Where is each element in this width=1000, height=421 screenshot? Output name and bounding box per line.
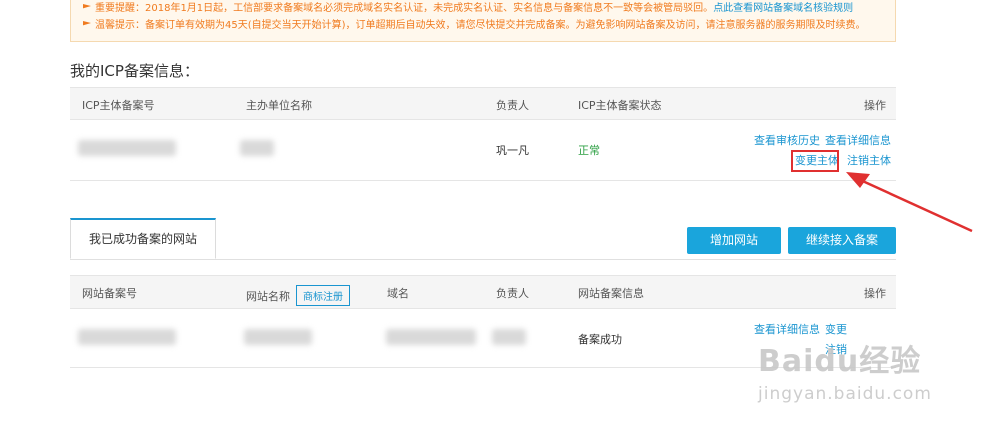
header-domain: 域名 xyxy=(387,287,409,300)
notice-line-tip: 温馨提示：备案订单有效期为45天(自提交当天开始计算)，订单超期后自动失效，请您… xyxy=(83,16,866,31)
watermark-sub: jingyan.baidu.com xyxy=(758,384,932,404)
view-site-details-link[interactable]: 查看详细信息 xyxy=(754,321,820,337)
sites-table-header: 网站备案号 网站名称 商标注册 域名 负责人 网站备案信息 操作 xyxy=(70,275,896,309)
header-site-info: 网站备案信息 xyxy=(578,287,644,300)
header-site-actions: 操作 xyxy=(864,287,886,300)
highlight-box xyxy=(791,150,839,172)
redacted-site-name xyxy=(244,329,312,345)
change-site-link[interactable]: 变更 xyxy=(825,321,847,337)
redacted-domain xyxy=(386,329,476,345)
icp-table-header: ICP主体备案号 主办单位名称 负责人 ICP主体备案状态 操作 xyxy=(70,87,896,120)
view-details-link[interactable]: 查看详细信息 xyxy=(825,132,891,148)
row-owner: 巩一凡 xyxy=(496,144,529,157)
header-site-name-label: 网站名称 xyxy=(246,290,290,303)
header-icp-record-no: ICP主体备案号 xyxy=(82,99,155,112)
cancel-subject-link[interactable]: 注销主体 xyxy=(847,152,891,168)
baidu-watermark: Baidu经验 jingyan.baidu.com xyxy=(758,336,932,404)
redacted-record-no xyxy=(78,140,176,156)
notice-line-important: 重要提醒：2018年1月1日起，工信部要求备案域名必须完成域名实名认证，未完成实… xyxy=(83,0,853,14)
redacted-site-record-no xyxy=(78,329,176,345)
row-site-info: 备案成功 xyxy=(578,333,622,346)
continue-filing-button[interactable]: 继续接入备案 xyxy=(788,227,896,254)
tab-successful-sites[interactable]: 我已成功备案的网站 xyxy=(70,218,216,259)
add-site-button[interactable]: 增加网站 xyxy=(687,227,781,254)
icp-section-title: 我的ICP备案信息： xyxy=(70,62,199,80)
domain-rules-link[interactable]: 点此查看网站备案域名核验规则 xyxy=(713,3,853,14)
watermark-main: Baidu经验 xyxy=(758,344,922,379)
flag-icon xyxy=(83,21,91,26)
notice-tip-text: 温馨提示：备案订单有效期为45天(自提交当天开始计算)，订单超期后自动失效，请您… xyxy=(95,20,866,31)
header-organizer: 主办单位名称 xyxy=(246,99,312,112)
header-icp-status: ICP主体备案状态 xyxy=(578,99,662,112)
header-owner: 负责人 xyxy=(496,99,529,112)
header-actions: 操作 xyxy=(864,99,886,112)
redacted-organizer xyxy=(240,140,274,156)
flag-icon xyxy=(83,4,91,9)
header-site-owner: 负责人 xyxy=(496,287,529,300)
header-site-record-no: 网站备案号 xyxy=(82,287,137,300)
notice-important-text: 重要提醒：2018年1月1日起，工信部要求备案域名必须完成域名实名认证，未完成实… xyxy=(95,3,714,14)
view-audit-history-link[interactable]: 查看审核历史 xyxy=(754,132,820,148)
sites-tabs-bar: 我已成功备案的网站 增加网站 继续接入备案 xyxy=(70,218,896,260)
trademark-button[interactable]: 商标注册 xyxy=(296,285,350,306)
redacted-site-owner xyxy=(492,329,526,345)
table-row: 巩一凡 正常 查看审核历史 查看详细信息 变更主体 注销主体 xyxy=(70,120,896,181)
notice-banner: 重要提醒：2018年1月1日起，工信部要求备案域名必须完成域名实名认证，未完成实… xyxy=(70,0,896,42)
row-status: 正常 xyxy=(578,144,600,157)
header-site-name: 网站名称 商标注册 xyxy=(246,285,350,306)
